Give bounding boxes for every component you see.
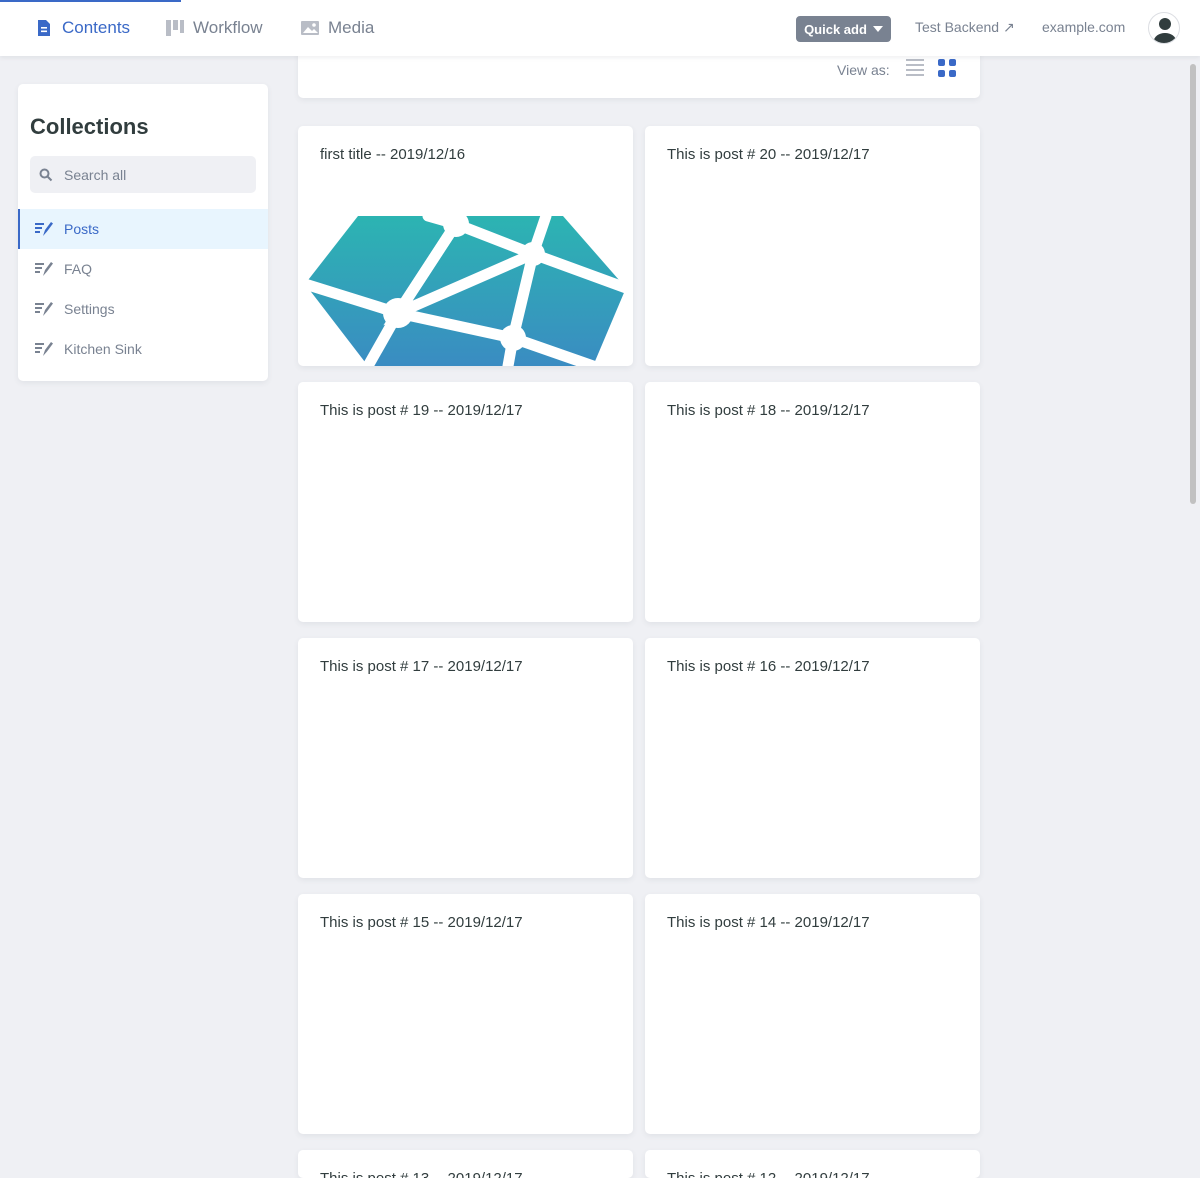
write-icon	[34, 339, 54, 359]
document-icon	[34, 18, 54, 38]
write-icon	[34, 219, 54, 239]
entry-card-title: This is post # 15 -- 2019/12/17	[320, 914, 523, 931]
entry-card[interactable]: This is post # 16 -- 2019/12/17	[645, 638, 980, 878]
sidebar-item-label: Settings	[64, 301, 115, 317]
entry-card-title: This is post # 12 -- 2019/12/17	[667, 1170, 870, 1178]
tab-contents-label: Contents	[62, 18, 131, 37]
site-link[interactable]: example.com	[1042, 19, 1125, 35]
test-backend-link[interactable]: Test Backend ↗	[915, 19, 1015, 36]
search-input[interactable]	[62, 165, 246, 184]
entry-card[interactable]: This is post # 12 -- 2019/12/17	[645, 1150, 980, 1178]
entry-card[interactable]: first title -- 2019/12/16	[298, 126, 633, 366]
image-icon	[300, 18, 320, 38]
entry-card-title: This is post # 18 -- 2019/12/17	[667, 402, 870, 419]
entry-card-image	[299, 216, 632, 366]
entry-card-title: This is post # 20 -- 2019/12/17	[667, 146, 870, 163]
user-icon	[1153, 18, 1177, 43]
grid-view-button[interactable]	[937, 58, 957, 78]
list-icon	[906, 59, 924, 76]
sidebar-item-faq[interactable]: FAQ	[18, 249, 268, 289]
top-navigation-bar: Contents Workflow Media Quick add Test B…	[0, 0, 1200, 56]
workflow-icon	[165, 18, 185, 38]
user-avatar[interactable]	[1148, 12, 1180, 44]
entry-card[interactable]: This is post # 18 -- 2019/12/17	[645, 382, 980, 622]
sidebar-item-posts[interactable]: Posts	[18, 209, 268, 249]
entry-card-title: This is post # 16 -- 2019/12/17	[667, 658, 870, 675]
collections-sidebar: Collections Posts FAQ Settings Kitchen S…	[18, 84, 268, 381]
quick-add-label: Quick add	[804, 21, 867, 37]
caret-down-icon	[872, 26, 883, 32]
entry-card-title: This is post # 13 -- 2019/12/17	[320, 1170, 523, 1178]
write-icon	[34, 259, 54, 279]
sidebar-item-label: FAQ	[64, 261, 93, 277]
search-box	[30, 156, 256, 193]
sidebar-item-label: Kitchen Sink	[64, 341, 142, 357]
write-icon	[34, 299, 54, 319]
entry-card-title: This is post # 17 -- 2019/12/17	[320, 658, 523, 675]
entry-card[interactable]: This is post # 20 -- 2019/12/17	[645, 126, 980, 366]
entry-card[interactable]: This is post # 14 -- 2019/12/17	[645, 894, 980, 1134]
quick-add-button[interactable]: Quick add	[796, 16, 891, 42]
sidebar-item-settings[interactable]: Settings	[18, 289, 268, 329]
sidebar-title: Collections	[30, 114, 149, 139]
entry-card[interactable]: This is post # 17 -- 2019/12/17	[298, 638, 633, 878]
entry-card[interactable]: This is post # 19 -- 2019/12/17	[298, 382, 633, 622]
search-icon	[39, 168, 53, 181]
tab-contents[interactable]: Contents	[34, 0, 130, 56]
sidebar-item-label: Posts	[64, 221, 100, 237]
entry-card[interactable]: This is post # 15 -- 2019/12/17	[298, 894, 633, 1134]
tab-workflow-label: Workflow	[193, 18, 263, 37]
view-as-label: View as:	[837, 62, 890, 78]
entry-card-title: first title -- 2019/12/16	[320, 146, 466, 163]
tab-media-label: Media	[328, 18, 375, 37]
entry-card-title: This is post # 14 -- 2019/12/17	[667, 914, 870, 931]
entry-card-title: This is post # 19 -- 2019/12/17	[320, 402, 523, 419]
sidebar-item-kitchen-sink[interactable]: Kitchen Sink	[18, 329, 268, 369]
entry-card[interactable]: This is post # 13 -- 2019/12/17	[298, 1150, 633, 1178]
page-scrollbar[interactable]	[1190, 64, 1196, 504]
tab-media[interactable]: Media	[300, 0, 374, 56]
grid-icon	[938, 59, 956, 77]
list-view-button[interactable]	[905, 58, 925, 78]
tab-workflow[interactable]: Workflow	[165, 0, 263, 56]
